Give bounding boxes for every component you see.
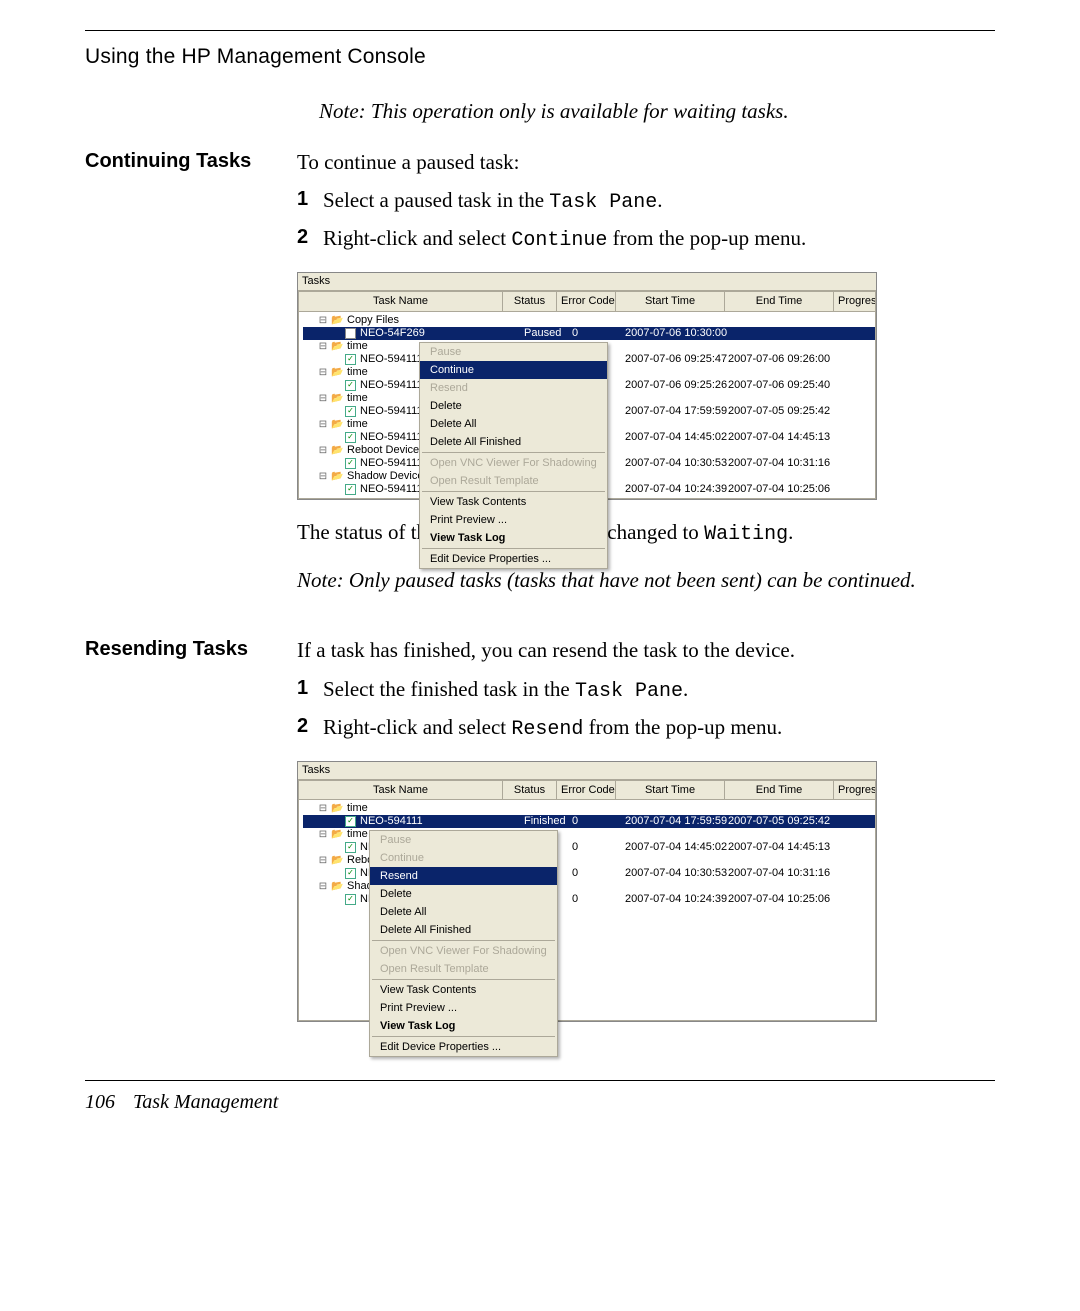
context-menu-item[interactable]: Edit Device Properties ... <box>370 1038 557 1056</box>
context-menu-item: Open Result Template <box>370 960 557 978</box>
context-menu-item[interactable]: Delete All <box>370 903 557 921</box>
context-menu-item: Resend <box>420 379 607 397</box>
after-image-text: The status of the paused task will be ch… <box>297 518 995 548</box>
page-header: Using the HP Management Console <box>85 45 995 69</box>
context-menu-item: Open Result Template <box>420 472 607 490</box>
context-menu-item: Open VNC Viewer For Shadowing <box>420 454 607 472</box>
context-menu-item: Pause <box>370 831 557 849</box>
context-menu-item[interactable]: View Task Contents <box>420 493 607 511</box>
section-heading-continuing: Continuing Tasks <box>85 148 297 173</box>
context-menu-item[interactable]: Print Preview ... <box>370 999 557 1017</box>
context-menu-item[interactable]: Print Preview ... <box>420 511 607 529</box>
continuing-intro: To continue a paused task: <box>297 148 995 176</box>
section-heading-resending: Resending Tasks <box>85 636 297 661</box>
context-menu-item[interactable]: Edit Device Properties ... <box>420 550 607 568</box>
screenshot-resend-menu: Tasks Task Name Status Error Code Start … <box>297 761 877 1023</box>
step-1-text: Select the finished task in the Task Pan… <box>323 675 995 705</box>
context-menu-item[interactable]: Delete <box>420 397 607 415</box>
step-1-text: Select a paused task in the Task Pane. <box>323 186 995 216</box>
step-2-text: Right-click and select Resend from the p… <box>323 713 995 743</box>
context-menu-item: Pause <box>420 343 607 361</box>
tasks-pane-title: Tasks <box>298 273 876 291</box>
context-menu-item[interactable]: View Task Log <box>370 1017 557 1035</box>
context-menu-item[interactable]: Resend <box>370 867 557 885</box>
context-menu-item[interactable]: View Task Log <box>420 529 607 547</box>
footer: 106 Task Management <box>85 1091 995 1114</box>
task-tree-row[interactable]: NEO-54F269Paused02007-07-06 10:30:00 <box>303 327 875 340</box>
note-paused-only: Note: Only paused tasks (tasks that have… <box>297 566 995 594</box>
resending-intro: If a task has finished, you can resend t… <box>297 636 995 664</box>
note-waiting-tasks: Note: This operation only is available f… <box>85 99 995 124</box>
step-2-text: Right-click and select Continue from the… <box>323 224 995 254</box>
tasks-pane-title: Tasks <box>298 762 876 780</box>
context-menu-item: Continue <box>370 849 557 867</box>
context-menu-item[interactable]: Delete All <box>420 415 607 433</box>
context-menu-item[interactable]: Continue <box>420 361 607 379</box>
tasks-table-header: Task Name Status Error Code Start Time E… <box>298 780 876 801</box>
context-menu-item: Open VNC Viewer For Shadowing <box>370 942 557 960</box>
chapter-name: Task Management <box>133 1091 278 1113</box>
context-menu-item[interactable]: Delete All Finished <box>420 433 607 451</box>
task-tree-row[interactable]: ⊟📂time <box>303 802 875 815</box>
tasks-table-header: Task Name Status Error Code Start Time E… <box>298 291 876 312</box>
context-menu-item[interactable]: Delete All Finished <box>370 921 557 939</box>
context-menu-item[interactable]: Delete <box>370 885 557 903</box>
task-tree-row[interactable]: ⊟📂Copy Files <box>303 314 875 327</box>
screenshot-continue-menu: Tasks Task Name Status Error Code Start … <box>297 272 877 500</box>
task-tree-row[interactable]: ✓NEO-594111Finished02007-07-04 17:59:592… <box>303 815 875 828</box>
context-menu-item[interactable]: View Task Contents <box>370 981 557 999</box>
page-number: 106 <box>85 1091 115 1113</box>
